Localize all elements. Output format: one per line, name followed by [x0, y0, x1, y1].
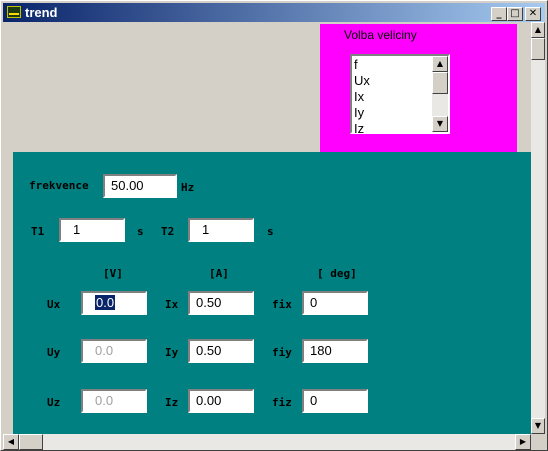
scroll-thumb[interactable]: [19, 434, 43, 450]
list-item[interactable]: Iy: [354, 105, 370, 121]
arrow-down-icon[interactable]: ▼: [432, 116, 448, 132]
amps-header: [A]: [209, 267, 229, 280]
degrees-header: [ deg]: [317, 267, 357, 280]
fiy-label: fiy: [272, 346, 292, 359]
volts-header: [V]: [103, 267, 123, 280]
ux-label: Ux: [47, 298, 61, 311]
frequency-field[interactable]: 50.00: [103, 174, 177, 198]
uy-label: Uy: [47, 346, 61, 359]
app-window: trend _ □ ✕ Volba veliciny f Ux Ix Iy Iz…: [0, 0, 548, 451]
ix-label: Ix: [165, 298, 179, 311]
listbox-scrollbar[interactable]: ▲ ▼: [432, 56, 448, 132]
scrollbar-corner: [531, 434, 545, 450]
t2-field[interactable]: 1: [188, 218, 254, 242]
variable-selector-panel: Volba veliciny f Ux Ix Iy Iz ▲ ▼: [320, 24, 517, 153]
fix-label: fix: [272, 298, 292, 311]
arrow-left-icon[interactable]: ◀: [3, 434, 19, 450]
iz-label: Iz: [165, 396, 179, 409]
list-item[interactable]: f: [354, 57, 370, 73]
fiz-label: fiz: [272, 396, 292, 409]
window-title: trend: [25, 5, 58, 20]
minimize-button[interactable]: _: [491, 7, 507, 21]
iz-field[interactable]: 0.00: [188, 389, 254, 413]
iy-field[interactable]: 0.50: [188, 339, 254, 363]
client-area: Volba veliciny f Ux Ix Iy Iz ▲ ▼ frekven…: [3, 22, 545, 450]
fiz-field[interactable]: 0: [302, 389, 368, 413]
horizontal-scrollbar[interactable]: ◀ ▶: [3, 434, 531, 450]
title-bar[interactable]: trend _ □ ✕: [3, 3, 545, 22]
list-item[interactable]: Iz: [354, 121, 370, 137]
arrow-up-icon[interactable]: ▲: [531, 22, 545, 38]
fiy-field[interactable]: 180: [302, 339, 368, 363]
arrow-down-icon[interactable]: ▼: [531, 418, 545, 434]
list-item[interactable]: Ux: [354, 73, 370, 89]
fix-field[interactable]: 0: [302, 291, 368, 315]
scroll-thumb[interactable]: [531, 38, 545, 60]
uz-field: 0.0: [81, 389, 147, 413]
app-icon[interactable]: [7, 6, 21, 18]
variable-listbox[interactable]: f Ux Ix Iy Iz ▲ ▼: [350, 54, 450, 137]
ux-field[interactable]: 0.0: [81, 291, 147, 315]
frequency-label: frekvence: [29, 179, 89, 192]
variable-selector-label: Volba veliciny: [344, 28, 417, 42]
t1-label: T1: [31, 225, 45, 238]
uy-field: 0.0: [81, 339, 147, 363]
close-button[interactable]: ✕: [525, 7, 541, 21]
scroll-thumb[interactable]: [432, 72, 448, 94]
maximize-button[interactable]: □: [507, 7, 523, 21]
t2-unit: s: [267, 225, 274, 238]
arrow-right-icon[interactable]: ▶: [515, 434, 531, 450]
uz-label: Uz: [47, 396, 61, 409]
frequency-unit: Hz: [181, 181, 195, 194]
arrow-up-icon[interactable]: ▲: [432, 56, 448, 72]
t2-label: T2: [161, 225, 175, 238]
iy-label: Iy: [165, 346, 179, 359]
parameters-panel: frekvence 50.00 Hz T1 1 s T2 1 s [V] [A]…: [13, 152, 531, 442]
t1-unit: s: [137, 225, 144, 238]
t1-field[interactable]: 1: [59, 218, 125, 242]
ux-value: 0.0: [95, 295, 116, 310]
ix-field[interactable]: 0.50: [188, 291, 254, 315]
list-item[interactable]: Ix: [354, 89, 370, 105]
vertical-scrollbar[interactable]: ▲ ▼: [531, 22, 545, 434]
